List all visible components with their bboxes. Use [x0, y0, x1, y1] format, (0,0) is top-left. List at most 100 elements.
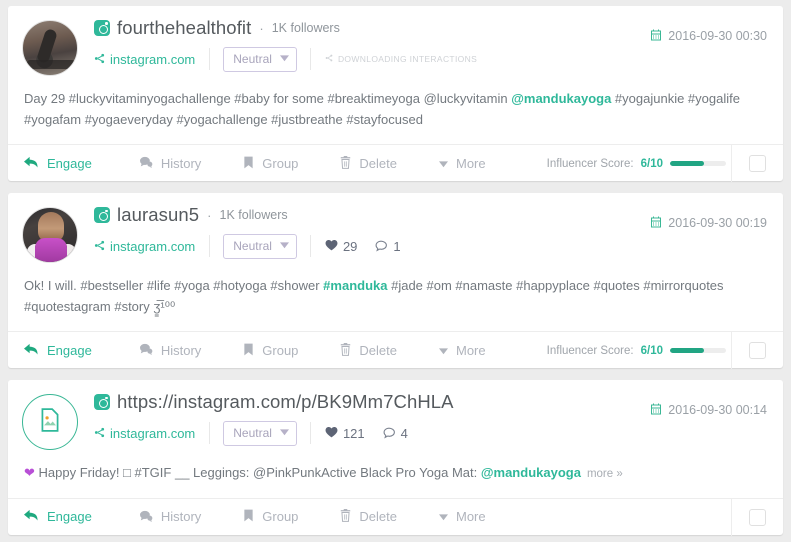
bookmark-icon: [243, 156, 254, 171]
post-username[interactable]: https://instagram.com/p/BK9Mm7ChHLA: [117, 393, 454, 412]
history-icon: [139, 343, 153, 357]
post-source[interactable]: instagram.com: [94, 239, 209, 254]
downloading-status: DOWNLOADING INTERACTIONS: [311, 54, 477, 64]
action-group[interactable]: Group: [243, 156, 298, 171]
share-icon: [94, 52, 105, 67]
action-history[interactable]: History: [139, 343, 201, 358]
post-source[interactable]: instagram.com: [94, 52, 209, 67]
action-label: Delete: [359, 342, 397, 358]
image-file-icon: [37, 407, 63, 438]
chevron-down-icon: [279, 241, 289, 251]
action-label: History: [160, 342, 202, 358]
influencer-score-bar: [670, 161, 726, 167]
post-source[interactable]: instagram.com: [94, 426, 209, 441]
post-actions: Engage History Group Delete More Influencer S…: [8, 144, 783, 183]
divider: [209, 48, 211, 70]
action-label: History: [160, 155, 202, 171]
share-icon: [94, 426, 105, 441]
action-label: Engage: [47, 342, 92, 358]
post-username[interactable]: fourthehealthofit: [117, 18, 251, 38]
calendar-icon: [650, 29, 662, 43]
action-more[interactable]: More: [439, 509, 486, 524]
influencer-score-value: 6/10: [640, 344, 663, 357]
caret-icon: [439, 344, 448, 357]
divider: [209, 422, 211, 445]
calendar-icon: [650, 403, 662, 417]
post-date: 2016-09-30 00:19: [650, 216, 767, 230]
downloading-status-label: DOWNLOADING INTERACTIONS: [337, 54, 478, 64]
follower-count-value: 1K: [271, 21, 288, 35]
sentiment-select[interactable]: Neutral: [223, 420, 297, 446]
select-post-checkbox[interactable]: [749, 508, 766, 526]
post-source-label: instagram.com: [110, 425, 196, 441]
action-label: Group: [262, 155, 299, 171]
influencer-score-value: 6/10: [640, 157, 663, 170]
share-icon: [325, 54, 333, 64]
action-history[interactable]: History: [139, 156, 201, 171]
share-icon: [94, 239, 105, 254]
select-post-cell[interactable]: [731, 145, 783, 183]
action-engage[interactable]: Engage: [24, 509, 92, 524]
divider: [209, 235, 211, 258]
action-label: More: [456, 509, 486, 525]
engagement-stats: 121 4: [311, 426, 408, 441]
action-label: Group: [262, 342, 299, 358]
avatar-wrap[interactable]: [22, 18, 94, 76]
comment-count-value: 4: [400, 425, 408, 441]
action-label: Engage: [47, 509, 92, 525]
action-more[interactable]: More: [439, 156, 486, 171]
action-label: More: [456, 155, 486, 171]
post-date-value: 2016-09-30 00:14: [668, 403, 767, 418]
like-count: 121: [325, 426, 365, 441]
sentiment-value: Neutral: [233, 239, 272, 254]
comment-count: 4: [383, 426, 408, 441]
select-post-checkbox[interactable]: [749, 342, 766, 360]
action-label: More: [456, 342, 486, 358]
instagram-icon: [94, 20, 110, 37]
action-engage[interactable]: Engage: [24, 343, 92, 358]
sentiment-value: Neutral: [233, 426, 272, 441]
sentiment-select[interactable]: Neutral: [223, 233, 297, 259]
post-header: laurasun5 · 1K followers instagram.com Neutr…: [8, 193, 783, 269]
bookmark-icon: [243, 509, 254, 524]
post-meta: instagram.com Neutral 121 4: [94, 420, 769, 446]
heart-icon: [325, 239, 338, 253]
action-label: Engage: [47, 155, 92, 171]
select-post-checkbox[interactable]: [749, 155, 766, 173]
action-delete[interactable]: Delete: [340, 155, 397, 171]
name-separator: ·: [259, 20, 264, 36]
post-card: https://instagram.com/p/BK9Mm7ChHLA insta…: [8, 380, 783, 536]
post-header: https://instagram.com/p/BK9Mm7ChHLA insta…: [8, 380, 783, 456]
avatar-wrap[interactable]: [22, 205, 94, 264]
action-label: Group: [262, 509, 299, 525]
post-feed: fourthehealthofit · 1K followers instagram.…: [0, 0, 791, 542]
select-post-cell[interactable]: [731, 332, 783, 370]
follower-count: 1K followers: [272, 22, 340, 35]
history-icon: [139, 510, 153, 524]
action-label: History: [160, 509, 202, 525]
action-more[interactable]: More: [439, 343, 486, 358]
trash-icon: [340, 509, 351, 524]
post-body: Day 29 #luckyvitaminyogachallenge #baby …: [24, 91, 740, 128]
action-delete[interactable]: Delete: [340, 342, 397, 358]
action-group[interactable]: Group: [243, 509, 298, 524]
follower-count-label: followers: [238, 208, 288, 223]
sentiment-select[interactable]: Neutral: [223, 46, 297, 72]
select-post-cell[interactable]: [731, 498, 783, 536]
avatar-wrap[interactable]: [22, 392, 94, 451]
action-delete[interactable]: Delete: [340, 509, 397, 524]
comment-icon: [383, 426, 396, 441]
follower-count-label: followers: [290, 21, 340, 35]
post-card: laurasun5 · 1K followers instagram.com Neutr…: [8, 193, 783, 370]
post-actions: Engage History Group Delete More: [8, 497, 783, 536]
action-engage[interactable]: Engage: [24, 156, 92, 171]
instagram-icon: [94, 394, 110, 411]
avatar: [22, 20, 78, 76]
action-group[interactable]: Group: [243, 343, 298, 358]
post-username[interactable]: laurasun5: [117, 206, 199, 225]
history-icon: [139, 156, 153, 170]
action-history[interactable]: History: [139, 509, 201, 524]
heart-icon: [325, 426, 338, 440]
like-count-value: 29: [342, 238, 358, 254]
follower-count: 1K followers: [220, 209, 288, 222]
